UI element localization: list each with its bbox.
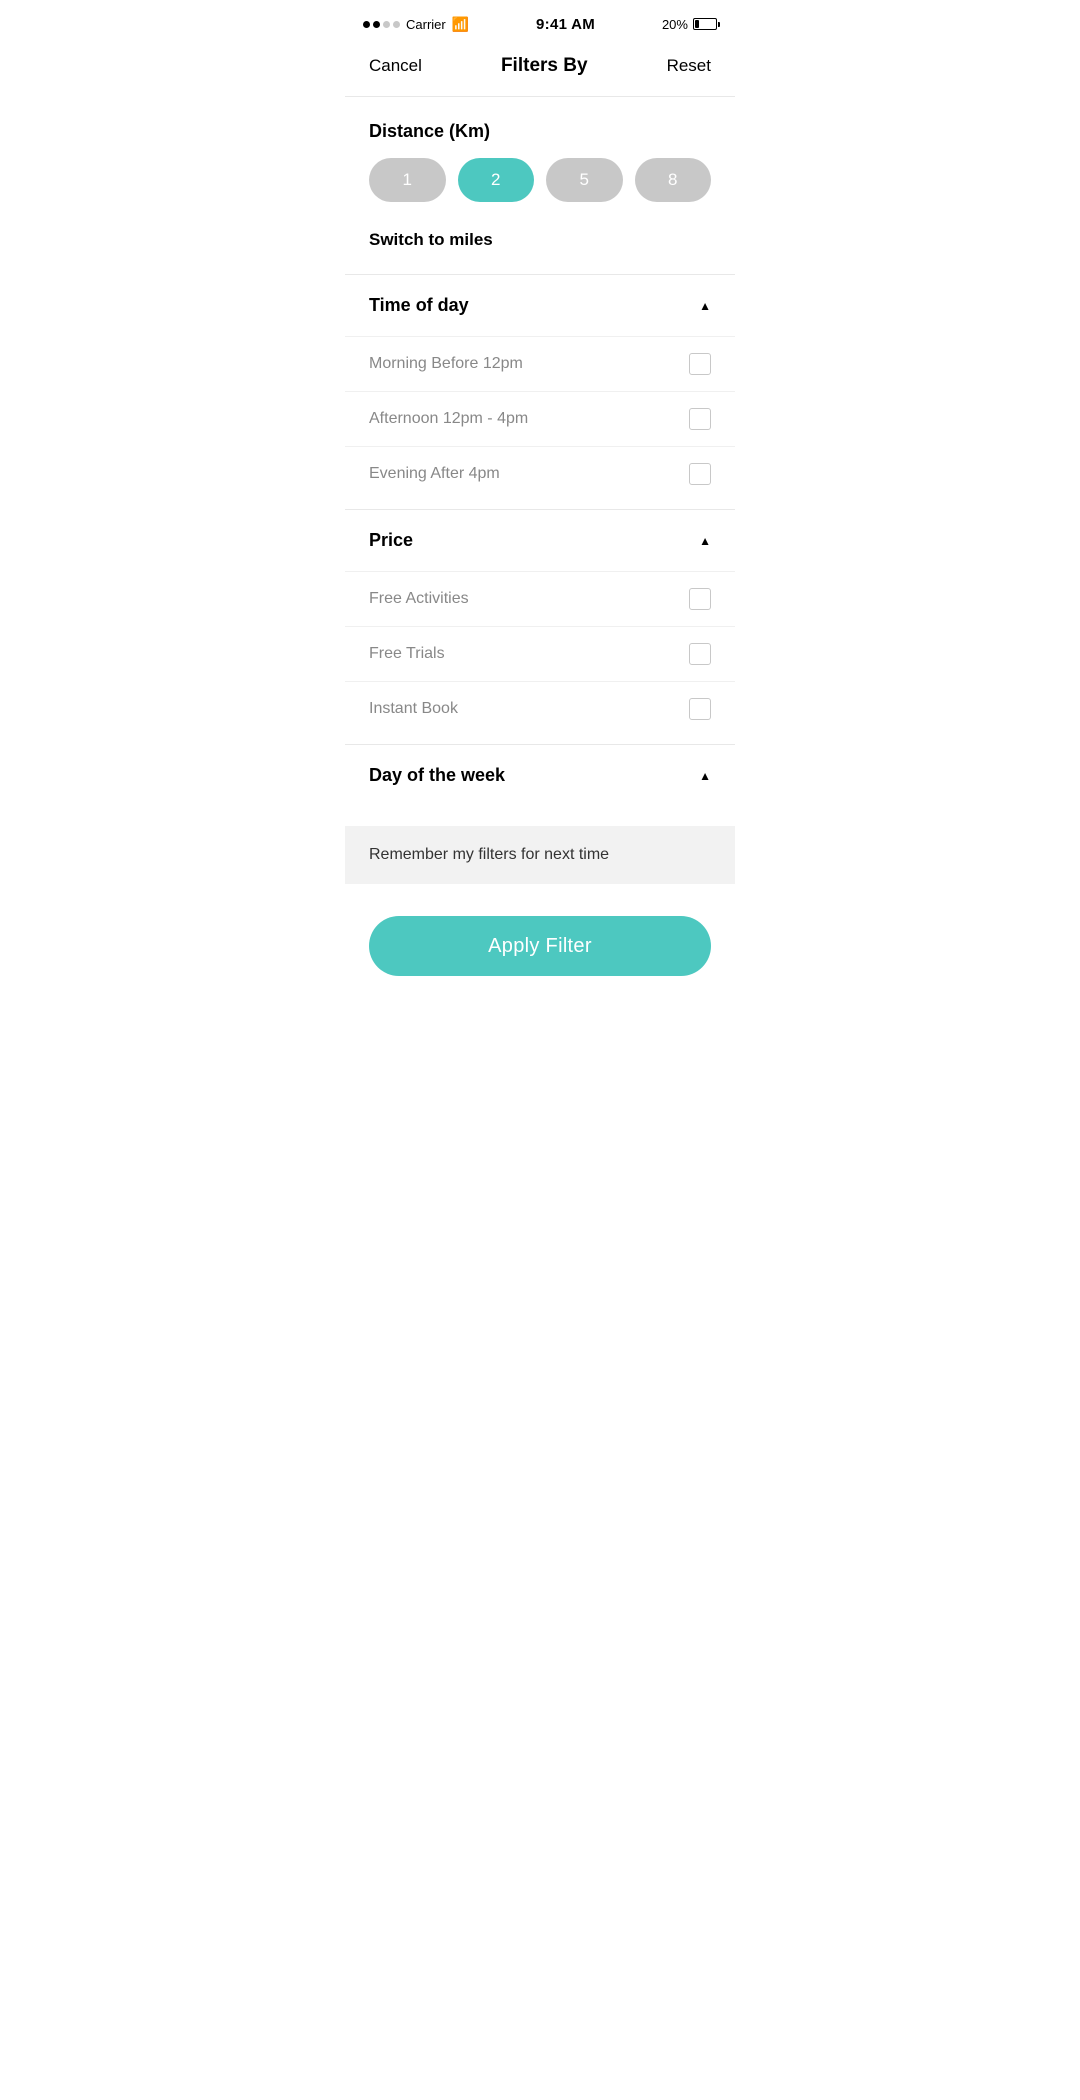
content: Distance (Km) 1 2 5 8 Switch to miles Ti…: [345, 97, 735, 1016]
wifi-icon: 📶: [452, 16, 469, 33]
price-free-activities-item: Free Activities: [345, 571, 735, 626]
status-left: Carrier 📶: [363, 16, 469, 33]
time-of-day-header[interactable]: Time of day ▲: [345, 275, 735, 336]
time-evening-item: Evening After 4pm: [345, 446, 735, 501]
time-afternoon-checkbox[interactable]: [689, 408, 711, 430]
price-free-trials-item: Free Trials: [345, 626, 735, 681]
cancel-button[interactable]: Cancel: [369, 52, 422, 80]
nav-bar: Cancel Filters By Reset: [345, 44, 735, 97]
distance-pill-1[interactable]: 1: [369, 158, 446, 202]
distance-title: Distance (Km): [369, 121, 711, 142]
distance-pill-2[interactable]: 2: [458, 158, 535, 202]
remember-label: Remember my filters for next time: [369, 846, 609, 863]
status-bar: Carrier 📶 9:41 AM 20%: [345, 0, 735, 44]
time-morning-label: Morning Before 12pm: [369, 355, 523, 373]
time-morning-checkbox[interactable]: [689, 353, 711, 375]
price-chevron-icon: ▲: [699, 534, 711, 548]
day-of-week-header[interactable]: Day of the week ▲: [345, 745, 735, 806]
time-morning-item: Morning Before 12pm: [345, 336, 735, 391]
remember-section: Remember my filters for next time: [345, 826, 735, 884]
price-header[interactable]: Price ▲: [345, 510, 735, 571]
switch-miles-button[interactable]: Switch to miles: [345, 230, 735, 274]
time-evening-checkbox[interactable]: [689, 463, 711, 485]
day-of-week-section: Day of the week ▲: [345, 744, 735, 806]
apply-filter-button[interactable]: Apply Filter: [369, 916, 711, 976]
reset-button[interactable]: Reset: [667, 52, 711, 80]
status-time: 9:41 AM: [536, 16, 595, 33]
distance-pill-5[interactable]: 5: [546, 158, 623, 202]
day-of-week-chevron-icon: ▲: [699, 769, 711, 783]
distance-pills: 1 2 5 8: [369, 158, 711, 202]
distance-section: Distance (Km) 1 2 5 8: [345, 97, 735, 202]
time-afternoon-label: Afternoon 12pm - 4pm: [369, 410, 528, 428]
price-section: Price ▲ Free Activities Free Trials Inst…: [345, 509, 735, 736]
carrier-label: Carrier: [406, 17, 446, 32]
price-title: Price: [369, 530, 413, 551]
apply-button-container: Apply Filter: [345, 884, 735, 1016]
signal-icon: [363, 21, 400, 28]
time-of-day-chevron-icon: ▲: [699, 299, 711, 313]
status-right: 20%: [662, 17, 717, 32]
time-of-day-title: Time of day: [369, 295, 469, 316]
time-of-day-section: Time of day ▲ Morning Before 12pm Aftern…: [345, 274, 735, 501]
time-evening-label: Evening After 4pm: [369, 465, 500, 483]
distance-pill-8[interactable]: 8: [635, 158, 712, 202]
price-instant-book-label: Instant Book: [369, 700, 458, 718]
price-free-activities-label: Free Activities: [369, 590, 469, 608]
price-free-activities-checkbox[interactable]: [689, 588, 711, 610]
price-free-trials-label: Free Trials: [369, 645, 445, 663]
price-free-trials-checkbox[interactable]: [689, 643, 711, 665]
battery-percentage: 20%: [662, 17, 688, 32]
time-afternoon-item: Afternoon 12pm - 4pm: [345, 391, 735, 446]
day-of-week-title: Day of the week: [369, 765, 505, 786]
page-title: Filters By: [501, 55, 588, 77]
price-instant-book-checkbox[interactable]: [689, 698, 711, 720]
price-instant-book-item: Instant Book: [345, 681, 735, 736]
battery-icon: [693, 18, 717, 30]
